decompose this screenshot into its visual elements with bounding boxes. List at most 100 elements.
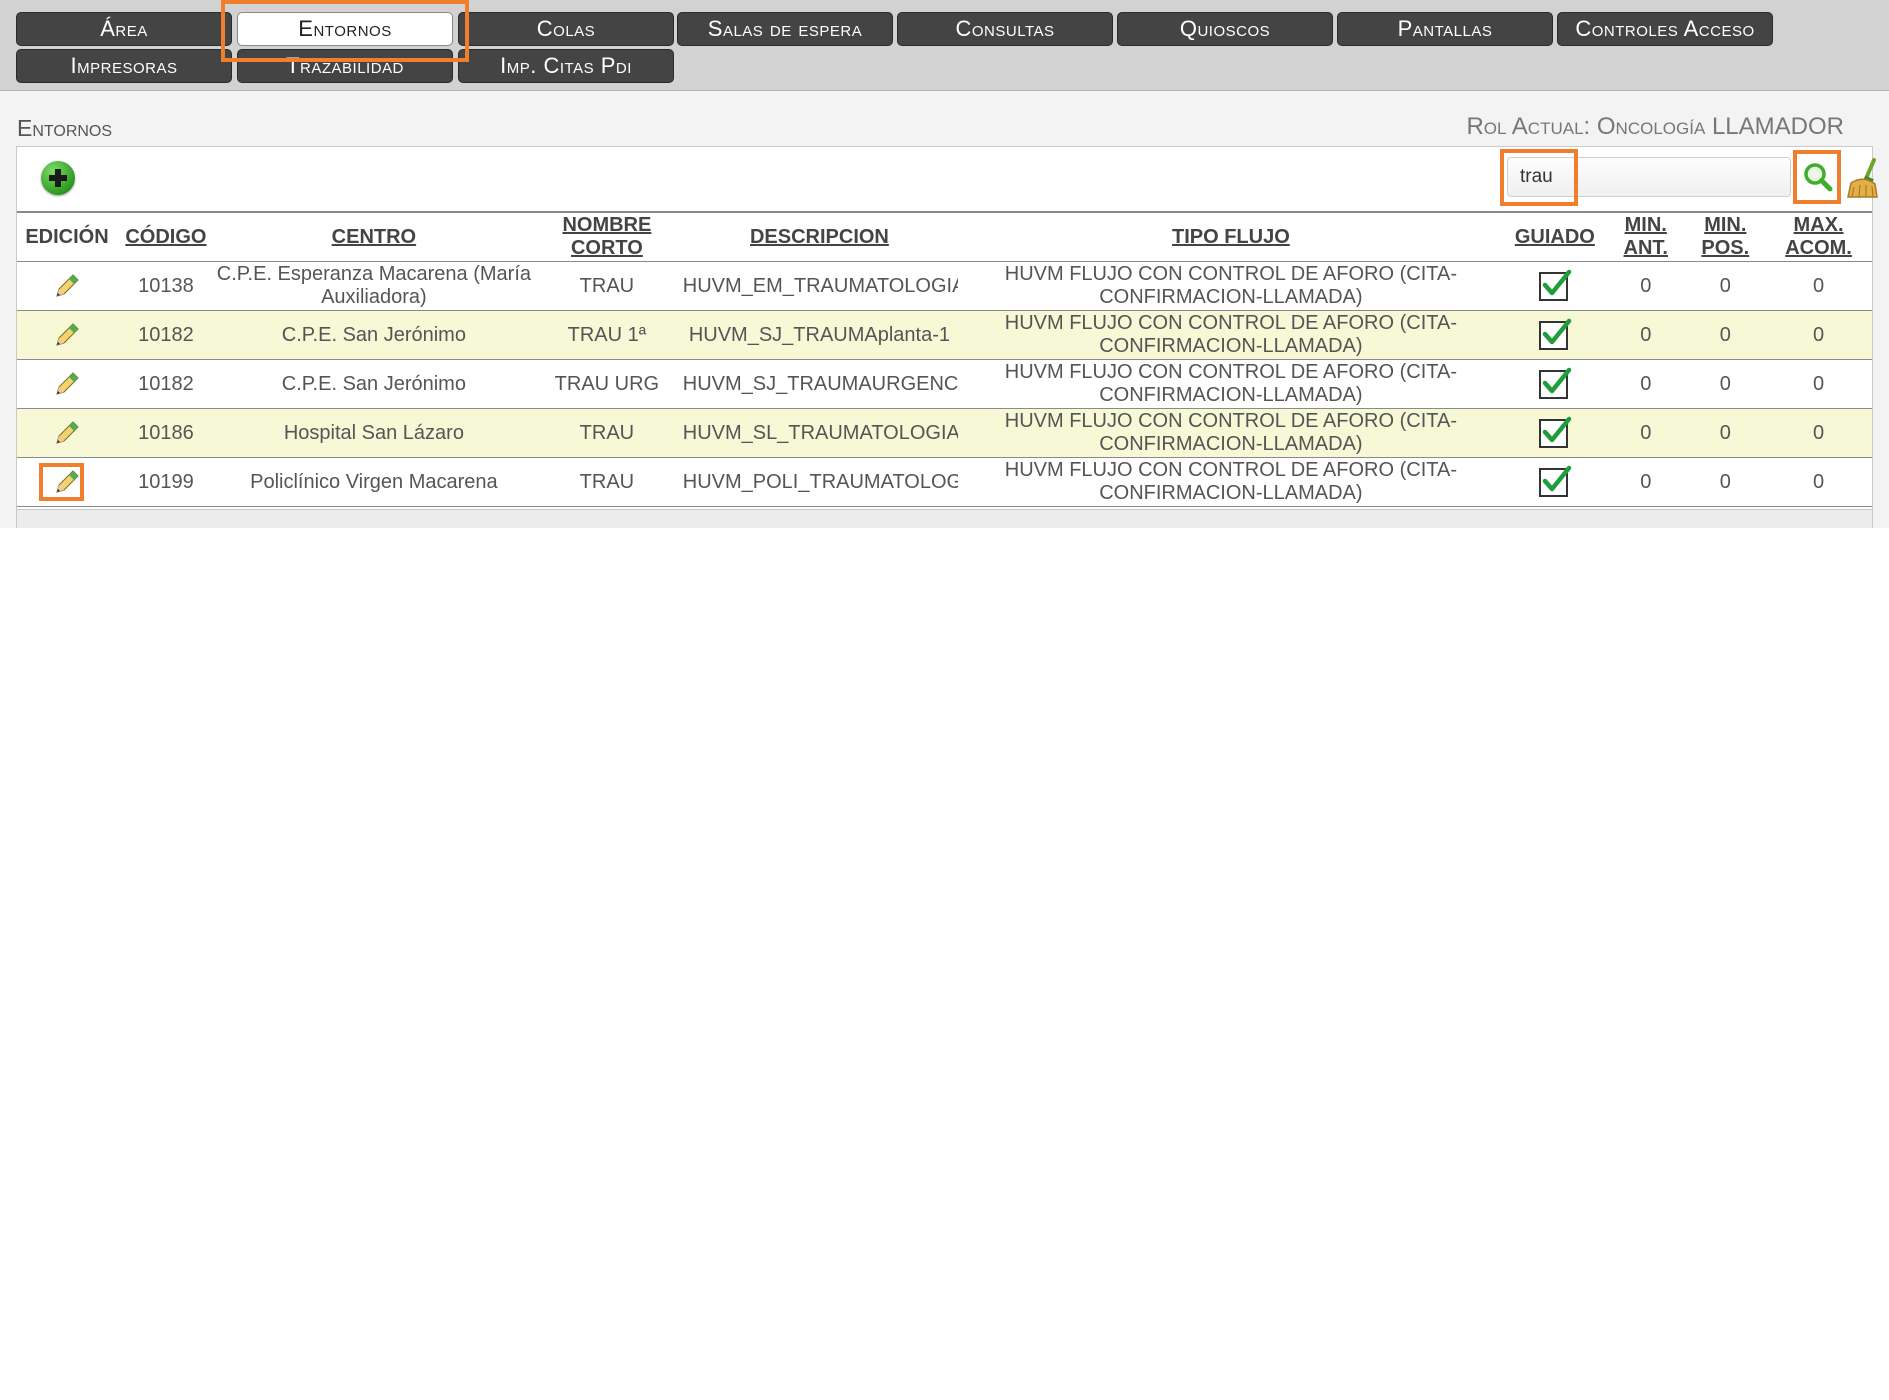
table-row: 10186 Hospital San Lázaro TRAU HUVM_SL_T… [17,408,1872,458]
cell-min-ant: 0 [1605,310,1686,360]
tab-impresoras[interactable]: Impresoras [16,49,232,83]
cell-codigo: 10182 [117,359,215,409]
cell-min-pos: 0 [1685,310,1766,360]
cell-guiado [1503,310,1606,360]
checkbox-checked-icon [1538,416,1572,448]
cell-min-pos: 0 [1685,261,1766,311]
edit-cell [17,457,118,507]
cell-codigo: 10138 [117,261,215,311]
cell-descripcion: HUVM_SL_TRAUMATOLOGIA [680,408,959,458]
tab-colas[interactable]: Colas [458,12,674,46]
cell-min-pos: 0 [1685,457,1766,507]
cell-nombre-corto: TRAU 1ª [533,310,681,360]
table-header-row: EDICIÓN CÓDIGO CENTRO NOMBRE CORTO DESCR… [17,211,1872,262]
tab-salas-de-espera[interactable]: Salas de espera [677,12,893,46]
cell-centro: C.P.E. San Jerónimo [214,359,534,409]
cell-max-acom: 0 [1765,457,1872,507]
environments-table: EDICIÓN CÓDIGO CENTRO NOMBRE CORTO DESCR… [17,211,1872,507]
header-nombre-corto[interactable]: NOMBRE CORTO [533,211,681,262]
tab-controles-acceso[interactable]: Controles Acceso [1557,12,1773,46]
header-centro[interactable]: CENTRO [214,211,534,262]
checkbox-checked-icon [1538,269,1572,301]
cell-centro: Hospital San Lázaro [214,408,534,458]
tab-quioscos[interactable]: Quioscos [1117,12,1333,46]
header-edicion: EDICIÓN [17,211,118,262]
checkbox-checked-icon [1538,465,1572,497]
search-input[interactable] [1507,157,1791,197]
cell-max-acom: 0 [1765,261,1872,311]
cell-nombre-corto: TRAU URG [533,359,681,409]
page-title: Entornos [17,115,113,141]
table-row: 10182 C.P.E. San Jerónimo TRAU 1ª HUVM_S… [17,310,1872,360]
cell-max-acom: 0 [1765,359,1872,409]
edit-cell [17,310,118,360]
header-tipo-flujo[interactable]: TIPO FLUJO [958,211,1504,262]
table-row: 10199 Policlínico Virgen Macarena TRAU H… [17,457,1872,507]
cell-min-ant: 0 [1605,457,1686,507]
tab-imp-citas-pdi[interactable]: Imp. Citas Pdi [458,49,674,83]
tab-entornos[interactable]: Entornos [237,12,453,46]
cell-centro: C.P.E. San Jerónimo [214,310,534,360]
cell-tipo-flujo: HUVM FLUJO CON CONTROL DE AFORO (CITA-CO… [958,261,1504,311]
cell-guiado [1503,261,1606,311]
environments-panel: EDICIÓN CÓDIGO CENTRO NOMBRE CORTO DESCR… [16,146,1878,528]
header-min-pos[interactable]: MIN. POS. [1685,211,1766,262]
cell-min-ant: 0 [1605,359,1686,409]
cell-nombre-corto: TRAU [533,408,681,458]
cell-max-acom: 0 [1765,310,1872,360]
header-descripcion[interactable]: DESCRIPCION [680,211,959,262]
cell-tipo-flujo: HUVM FLUJO CON CONTROL DE AFORO (CITA-CO… [958,310,1504,360]
broom-icon[interactable] [1843,157,1881,199]
pencil-icon[interactable] [51,270,83,302]
role-label: Rol Actual: [1466,113,1591,140]
cell-guiado [1503,457,1606,507]
tab-consultas[interactable]: Consultas [897,12,1113,46]
cell-codigo: 10199 [117,457,215,507]
cell-descripcion: HUVM_EM_TRAUMATOLOGIA [680,261,959,311]
cell-descripcion: HUVM_POLI_TRAUMATOLOGIA [680,457,959,507]
tab-pantallas[interactable]: Pantallas [1337,12,1553,46]
table-row: 10182 C.P.E. San Jerónimo TRAU URG HUVM_… [17,359,1872,409]
edit-cell [17,359,118,409]
search-icon[interactable] [1800,159,1836,195]
content-area: Entornos Rol Actual: Oncología LLAMADOR [0,91,1889,528]
add-icon[interactable] [41,161,75,195]
current-role: Rol Actual: Oncología LLAMADOR [1466,113,1844,141]
cell-codigo: 10186 [117,408,215,458]
edit-cell [17,261,118,311]
cell-nombre-corto: TRAU [533,457,681,507]
top-navigation-bar: Área Entornos Colas Salas de espera Cons… [0,0,1889,91]
checkbox-checked-icon [1538,367,1572,399]
cell-max-acom: 0 [1765,408,1872,458]
cell-min-pos: 0 [1685,359,1766,409]
cell-tipo-flujo: HUVM FLUJO CON CONTROL DE AFORO (CITA-CO… [958,359,1504,409]
cell-min-ant: 0 [1605,408,1686,458]
header-guiado[interactable]: GUIADO [1503,211,1606,262]
cell-min-pos: 0 [1685,408,1766,458]
edit-cell [17,408,118,458]
pencil-icon[interactable] [51,319,83,351]
cell-min-ant: 0 [1605,261,1686,311]
cell-tipo-flujo: HUVM FLUJO CON CONTROL DE AFORO (CITA-CO… [958,408,1504,458]
pencil-icon[interactable] [51,417,83,449]
cell-descripcion: HUVM_SJ_TRAUMAURGENCIAS [680,359,959,409]
cell-guiado [1503,359,1606,409]
cell-nombre-corto: TRAU [533,261,681,311]
tab-trazabilidad[interactable]: Trazabilidad [237,49,453,83]
cell-guiado [1503,408,1606,458]
pencil-icon[interactable] [51,368,83,400]
pencil-icon[interactable] [51,466,83,498]
checkbox-checked-icon [1538,318,1572,350]
table-row: 10138 C.P.E. Esperanza Macarena (María A… [17,261,1872,311]
cell-descripcion: HUVM_SJ_TRAUMAplanta-1 [680,310,959,360]
cell-centro: Policlínico Virgen Macarena [214,457,534,507]
panel-footer [17,509,1872,528]
role-value: Oncología LLAMADOR [1596,113,1844,140]
cell-codigo: 10182 [117,310,215,360]
cell-centro: C.P.E. Esperanza Macarena (María Auxilia… [214,261,534,311]
tab-area[interactable]: Área [16,12,232,46]
cell-tipo-flujo: HUVM FLUJO CON CONTROL DE AFORO (CITA-CO… [958,457,1504,507]
header-max-acom[interactable]: MAX. ACOM. [1765,211,1872,262]
header-codigo[interactable]: CÓDIGO [117,211,215,262]
header-min-ant[interactable]: MIN. ANT. [1605,211,1686,262]
